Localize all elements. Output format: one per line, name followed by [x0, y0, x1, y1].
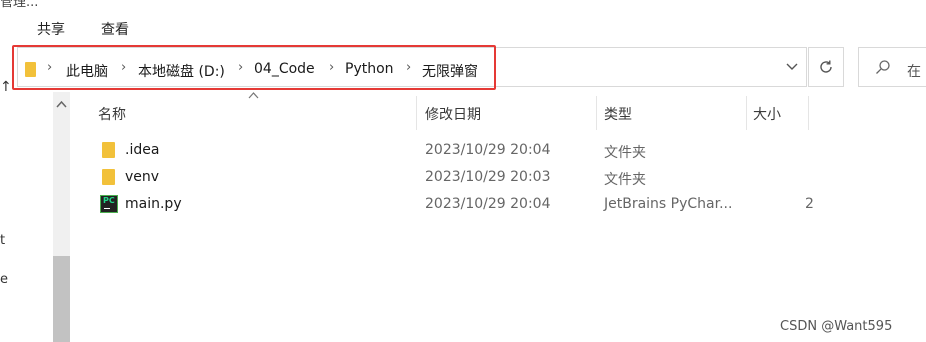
breadcrumb-separator[interactable]: ›	[406, 60, 411, 75]
search-placeholder: 在	[907, 64, 921, 80]
address-bar[interactable]	[17, 47, 807, 87]
address-dropdown-button[interactable]	[776, 47, 807, 87]
scroll-up-arrow-icon[interactable]	[56, 100, 67, 108]
folder-icon	[102, 142, 115, 158]
menu-share[interactable]: 共享	[37, 19, 65, 39]
breadcrumb-this-pc[interactable]: 此电脑	[66, 61, 108, 81]
ribbon-cut-label: 管理...	[0, 0, 39, 10]
column-header-name[interactable]: 名称	[98, 104, 126, 124]
breadcrumb-separator[interactable]: ›	[329, 60, 334, 75]
breadcrumb-separator[interactable]: ›	[121, 60, 126, 75]
folder-icon	[25, 62, 36, 77]
breadcrumb-separator[interactable]: ›	[238, 60, 243, 75]
menu-view[interactable]: 查看	[101, 19, 129, 39]
column-divider[interactable]	[746, 96, 747, 130]
column-header-type[interactable]: 类型	[604, 104, 632, 124]
breadcrumb-code[interactable]: 04_Code	[254, 61, 315, 77]
column-header-size[interactable]: 大小	[753, 104, 781, 124]
breadcrumb-current-folder[interactable]: 无限弹窗	[422, 61, 478, 81]
file-modified: 2023/10/29 20:03	[425, 169, 551, 185]
watermark: CSDN @Want595	[780, 319, 893, 334]
column-divider[interactable]	[808, 96, 809, 130]
file-name: main.py	[125, 196, 182, 212]
chevron-down-icon	[786, 63, 797, 70]
sort-ascending-icon	[248, 92, 259, 99]
up-arrow-button[interactable]: ↑	[0, 79, 12, 95]
file-type: JetBrains PyChar...	[604, 196, 733, 212]
nav-scrollbar-thumb[interactable]	[53, 256, 70, 342]
table-row[interactable]: venv 2023/10/29 20:03 文件夹	[90, 166, 810, 190]
column-divider[interactable]	[596, 96, 597, 130]
breadcrumb-separator[interactable]: ›	[47, 60, 52, 75]
file-type: 文件夹	[604, 172, 646, 188]
nav-item-cut[interactable]: e	[0, 272, 8, 287]
file-name: .idea	[125, 142, 160, 158]
search-input[interactable]: 在	[858, 47, 926, 87]
table-row[interactable]: .idea 2023/10/29 20:04 文件夹	[90, 139, 810, 163]
search-icon	[876, 60, 890, 74]
refresh-button[interactable]	[808, 47, 844, 87]
column-header-modified[interactable]: 修改日期	[425, 104, 481, 124]
nav-item-cut[interactable]: t	[0, 233, 5, 248]
column-divider[interactable]	[416, 96, 417, 130]
breadcrumb-python[interactable]: Python	[345, 61, 394, 77]
file-modified: 2023/10/29 20:04	[425, 142, 551, 158]
file-name: venv	[125, 169, 160, 185]
table-row[interactable]: PC main.py 2023/10/29 20:04 JetBrains Py…	[90, 193, 814, 217]
file-modified: 2023/10/29 20:04	[425, 196, 551, 212]
file-size: 2	[805, 196, 814, 212]
breadcrumb-local-disk[interactable]: 本地磁盘 (D:)	[138, 61, 225, 81]
refresh-icon	[820, 60, 832, 73]
folder-icon	[102, 169, 115, 185]
file-type: 文件夹	[604, 145, 646, 161]
pycharm-file-icon: PC	[100, 195, 118, 213]
ribbon	[0, 0, 926, 44]
